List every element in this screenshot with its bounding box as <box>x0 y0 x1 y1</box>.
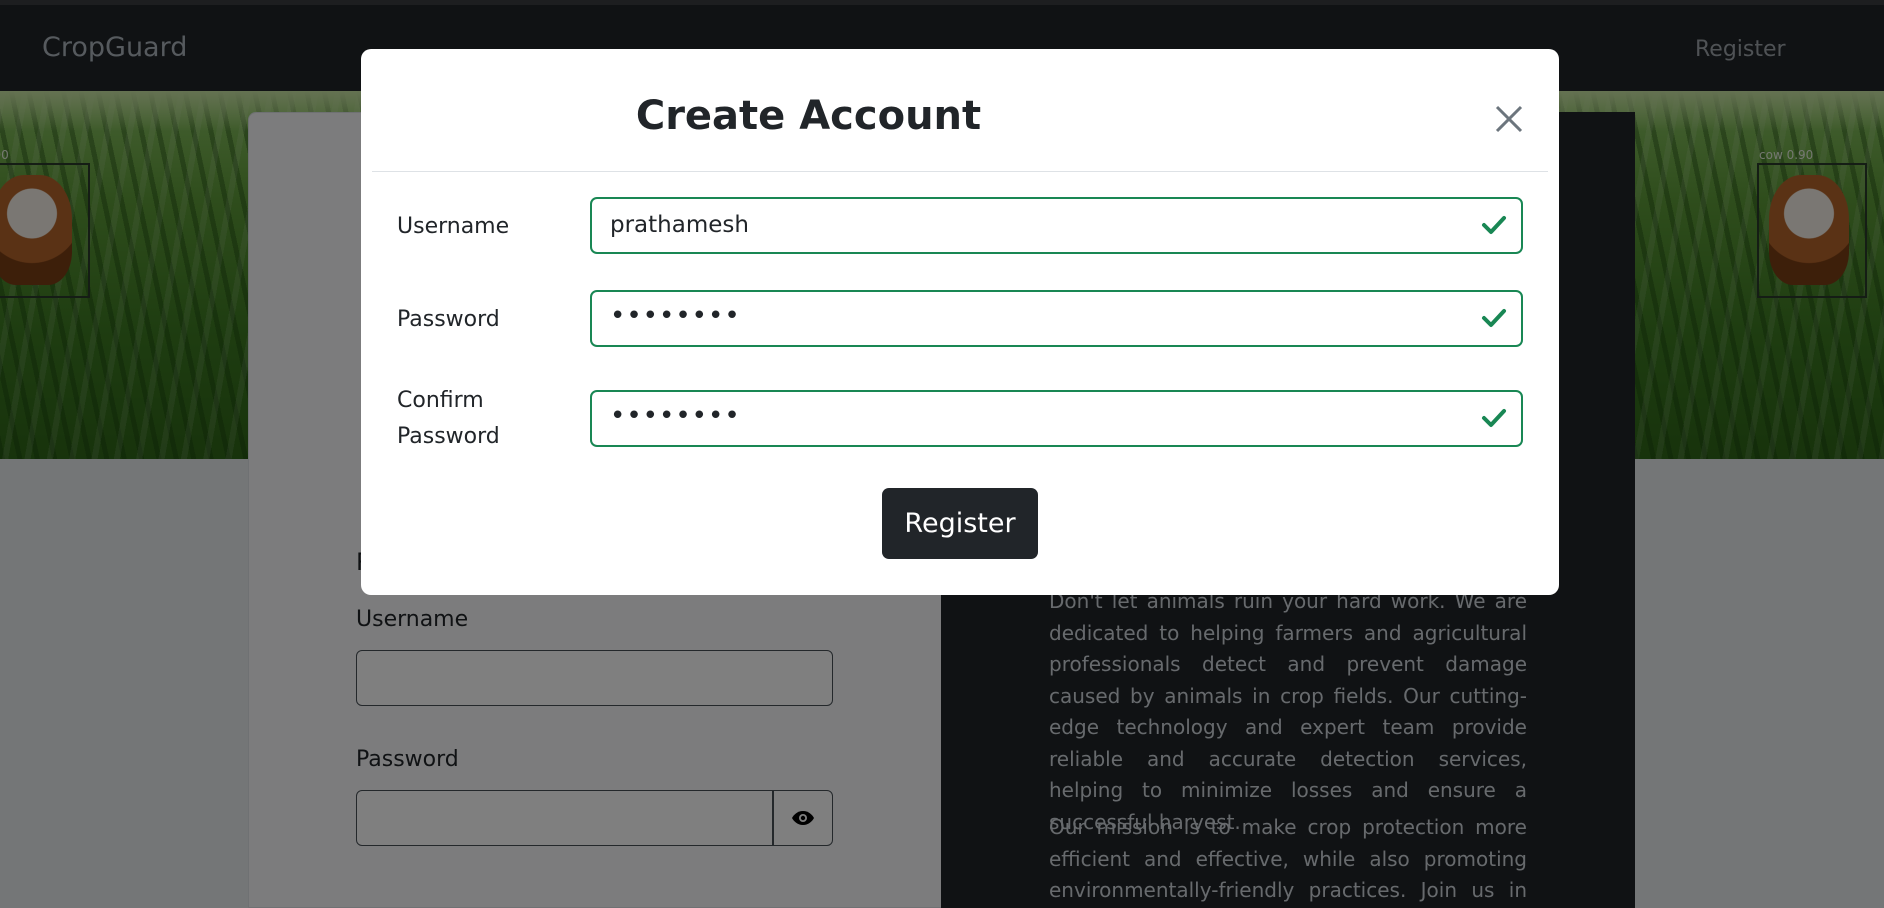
confirm-password-label: Confirm Password <box>397 388 500 449</box>
create-account-modal: Create Account Username prathamesh Passw… <box>361 49 1559 595</box>
register-button[interactable]: Register <box>882 488 1038 559</box>
modal-title: Create Account <box>635 93 982 139</box>
close-icon <box>1495 105 1523 133</box>
check-icon <box>1482 409 1506 427</box>
check-icon <box>1482 216 1506 234</box>
close-button[interactable] <box>1491 101 1527 137</box>
confirm-password-input[interactable]: •••••••• <box>590 390 1523 447</box>
username-input[interactable]: prathamesh <box>590 197 1523 254</box>
password-input[interactable]: •••••••• <box>590 290 1523 347</box>
username-label: Username <box>397 214 510 239</box>
modal-divider <box>372 171 1548 172</box>
username-value: prathamesh <box>610 212 749 238</box>
check-icon <box>1482 309 1506 327</box>
password-label: Password <box>397 307 500 332</box>
confirm-password-value: •••••••• <box>610 401 741 431</box>
password-value: •••••••• <box>610 301 741 331</box>
